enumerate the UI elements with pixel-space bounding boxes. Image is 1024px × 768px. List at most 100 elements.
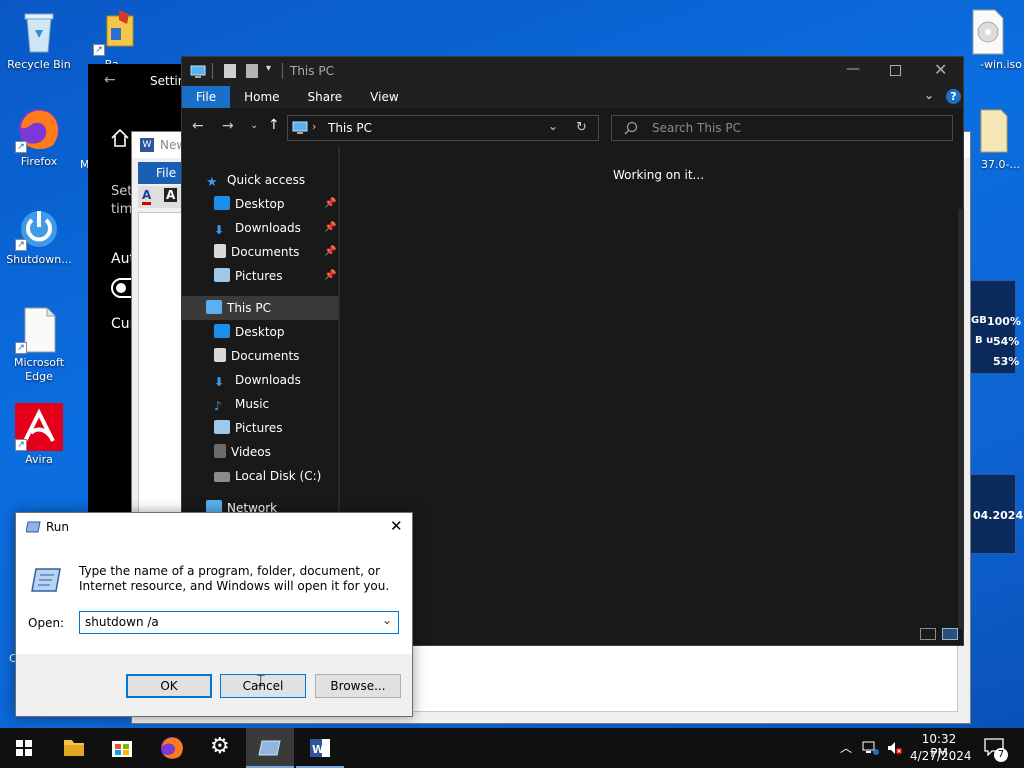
download-arrow-icon: ⬇ [214, 223, 225, 237]
volume-muted-icon[interactable] [886, 740, 904, 759]
search-placeholder: Search This PC [652, 121, 741, 135]
ok-button[interactable]: OK [126, 674, 212, 698]
show-hidden-icons-icon[interactable]: ︿ [840, 739, 852, 756]
details-view-icon[interactable] [920, 628, 936, 640]
download-arrow-icon: ⬇ [214, 375, 225, 389]
run-open-input[interactable]: shutdown /a ⌄ [79, 611, 399, 634]
nav-pc-local-disk[interactable]: Local Disk (C:) [214, 464, 321, 488]
tab-view[interactable]: View [356, 86, 412, 108]
pin-icon[interactable]: 📌 [324, 198, 336, 209]
wordpad-ribbon: A A [138, 186, 182, 208]
taskbar-firefox[interactable] [148, 728, 196, 768]
taskbar-wordpad[interactable]: W [296, 728, 344, 768]
desktop-icon-label: Firefox [20, 155, 58, 168]
date-widget: 04.2024 [968, 474, 1023, 554]
shortcut-arrow-icon: ↗ [93, 44, 105, 56]
taskbar-run-active[interactable] [246, 728, 294, 768]
close-icon[interactable]: ✕ [934, 60, 947, 79]
nav-pc-videos[interactable]: Videos [214, 440, 271, 464]
gear-icon: ⚙ [210, 734, 230, 759]
desktop-icon-shutdown[interactable]: ↗ Shutdown... [2, 203, 76, 267]
desktop-icon-label: Avira [25, 453, 53, 466]
browse-button[interactable]: Browse... [315, 674, 401, 698]
tab-home[interactable]: Home [230, 86, 293, 108]
power-icon: ↗ [15, 203, 63, 251]
back-arrow-icon[interactable]: ← [104, 72, 116, 88]
minimize-icon[interactable]: — [846, 61, 860, 81]
navigation-pane: ★ Quick access Desktop ⬇ Downloads Documen… [182, 146, 340, 516]
nav-this-pc[interactable]: This PC [206, 296, 271, 320]
expand-ribbon-icon[interactable]: ⌄ [924, 88, 934, 102]
forward-icon[interactable]: → [222, 118, 234, 134]
address-bar-row: ← → ⌄ ↑ › This PC ⌄ ↻ Search This PC [182, 108, 963, 146]
taskbar-file-explorer[interactable] [50, 728, 98, 768]
taskbar-store[interactable] [98, 728, 146, 768]
new-folder-icon[interactable] [246, 64, 258, 78]
address-field[interactable]: › This PC ⌄ ↻ [287, 115, 599, 141]
up-icon[interactable]: ↑ [268, 117, 280, 133]
font-color-icon[interactable]: A [142, 188, 152, 205]
desktop-icon-firefox[interactable]: ↗ Firefox [2, 105, 76, 169]
shield-setup-icon: ↗ [93, 8, 141, 56]
star-icon: ★ [206, 175, 218, 190]
disc-image-icon [963, 8, 1011, 56]
recent-locations-icon[interactable]: ⌄ [250, 120, 258, 131]
desktop-icon-recycle-bin[interactable]: Recycle Bin [2, 8, 76, 72]
desktop-icon-edge[interactable]: ↗ Microsoft Edge [2, 306, 76, 384]
system-meter-widget: GB 100% B u 54% 53% [968, 280, 1021, 374]
svg-text:W: W [312, 743, 324, 756]
desktop-icon-avira[interactable]: ↗ Avira [2, 403, 76, 467]
pin-icon[interactable]: 📌 [324, 222, 336, 233]
pictures-icon [214, 268, 230, 282]
properties-icon[interactable] [224, 64, 236, 78]
address-text: This PC [328, 121, 372, 135]
nav-qa-documents[interactable]: Documents [214, 240, 299, 264]
nav-qa-pictures[interactable]: Pictures [214, 264, 283, 288]
highlight-icon[interactable]: A [164, 188, 178, 202]
notification-count-badge: 7 [994, 748, 1008, 762]
search-icon [624, 121, 638, 138]
nav-pc-downloads[interactable]: ⬇ Downloads [214, 368, 301, 392]
nav-pane-divider[interactable] [338, 146, 340, 516]
run-dialog: Run ✕ Type the name of a program, folder… [15, 512, 413, 717]
tab-file[interactable]: File [182, 86, 231, 108]
chevron-down-icon[interactable]: ⌄ [382, 613, 392, 627]
nav-quick-access[interactable]: ★ Quick access [206, 168, 305, 192]
back-icon[interactable]: ← [192, 118, 204, 134]
pin-icon[interactable]: 📌 [324, 246, 336, 257]
run-titlebar: Run ✕ [16, 513, 412, 541]
file-icon: ↗ [15, 306, 63, 354]
nav-pc-pictures[interactable]: Pictures [214, 416, 283, 440]
start-button[interactable] [0, 728, 48, 768]
desktop-icon-label: Shutdown... [6, 253, 72, 266]
refresh-icon[interactable]: ↻ [576, 120, 587, 135]
large-icons-view-icon[interactable] [942, 628, 958, 640]
shortcut-arrow-icon: ↗ [15, 141, 27, 153]
taskbar-settings[interactable]: ⚙ [198, 728, 246, 768]
help-icon[interactable]: ? [946, 89, 961, 104]
meter-row2-prefix: B u [975, 335, 994, 346]
nav-pc-music[interactable]: ♪ Music [214, 392, 269, 416]
address-dropdown-icon[interactable]: ⌄ [548, 119, 558, 133]
maximize-icon[interactable] [890, 65, 901, 76]
nav-pc-desktop[interactable]: Desktop [214, 320, 285, 344]
nav-qa-desktop[interactable]: Desktop [214, 192, 285, 216]
video-film-icon [214, 444, 226, 458]
search-field[interactable]: Search This PC [611, 115, 953, 141]
clock-date[interactable]: 4/27/2024 [910, 749, 972, 763]
customize-toolbar-icon[interactable]: ▾ [266, 63, 271, 74]
close-icon[interactable]: ✕ [390, 517, 403, 535]
taskbar: ⚙ W ︿ 10:32 PM 4/27/2024 7 [0, 728, 1024, 768]
tab-share[interactable]: Share [294, 86, 357, 108]
home-icon[interactable] [110, 128, 130, 151]
pin-icon[interactable]: 📌 [324, 270, 336, 281]
meter-row1-prefix: GB [971, 315, 987, 326]
run-open-label: Open: [28, 616, 65, 630]
network-icon[interactable] [862, 740, 880, 759]
desktop-icon-partial-top[interactable]: ↗ Ba... [80, 8, 154, 72]
document-icon [214, 348, 226, 362]
vertical-scrollbar[interactable] [958, 209, 964, 629]
nav-qa-downloads[interactable]: ⬇ Downloads [214, 216, 301, 240]
nav-pc-documents[interactable]: Documents [214, 344, 299, 368]
this-pc-icon [292, 121, 308, 138]
